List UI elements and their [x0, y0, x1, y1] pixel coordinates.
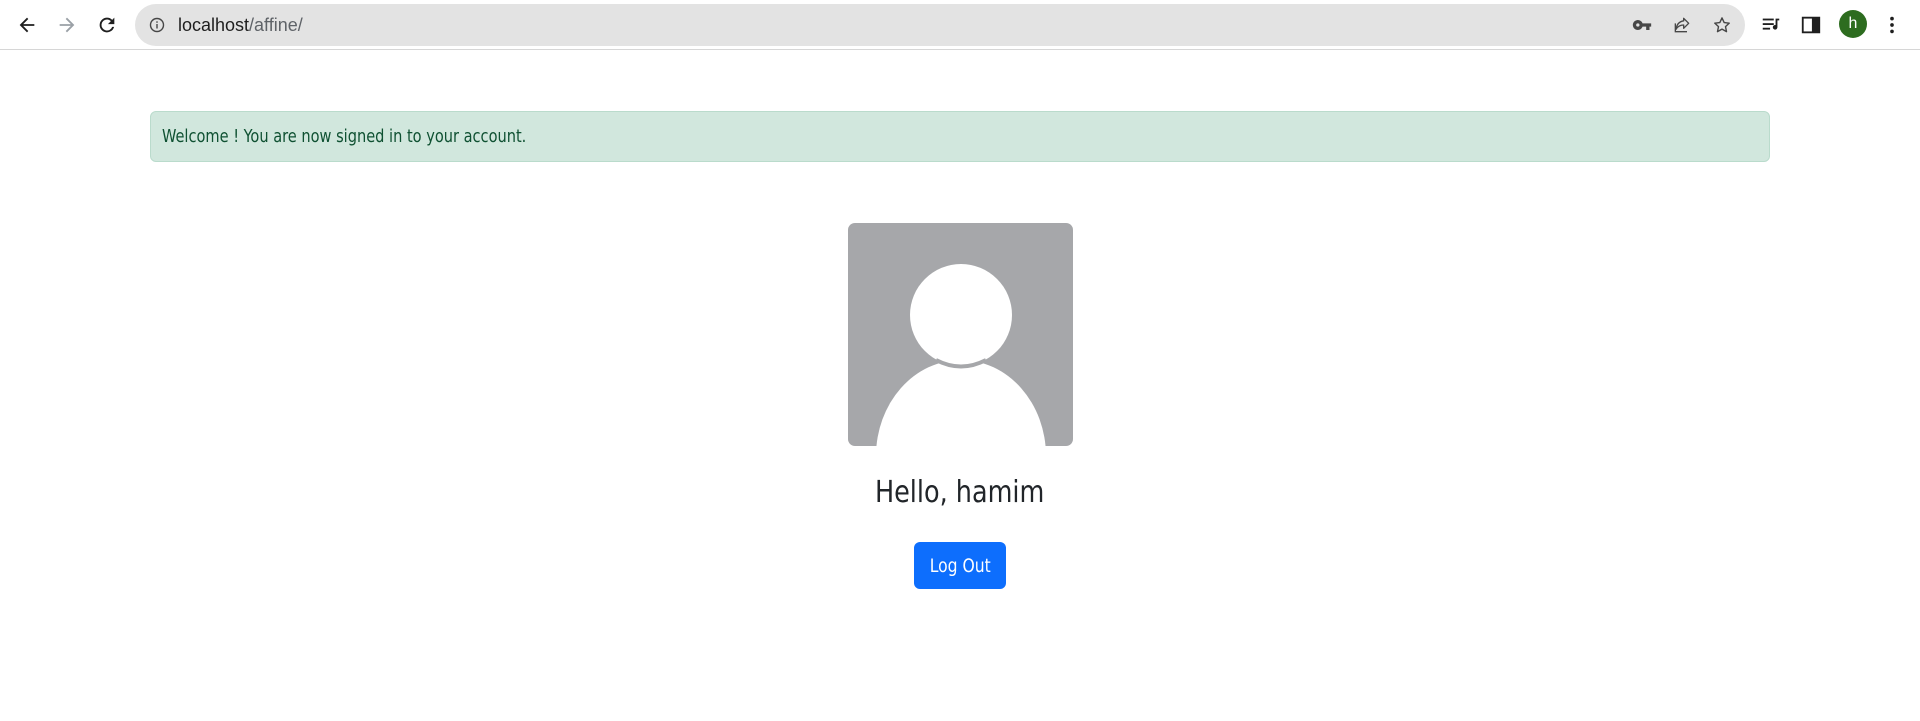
back-button[interactable]: [9, 7, 45, 43]
reload-icon: [99, 17, 115, 33]
user-avatar: [848, 223, 1073, 446]
default-user-avatar-icon: [876, 264, 1046, 446]
media-controls-button[interactable]: [1759, 13, 1783, 37]
greeting-heading: Hello, hamim: [760, 475, 1160, 510]
alert-message: Welcome ! You are now signed in to your …: [162, 126, 527, 147]
forward-button[interactable]: [49, 7, 85, 43]
url-path: /affine/: [249, 15, 303, 35]
bookmark-button[interactable]: [1712, 15, 1732, 35]
address-bar[interactable]: localhost/affine/: [135, 4, 1745, 46]
key-icon: [1632, 20, 1652, 30]
star-icon: [1714, 17, 1730, 33]
reload-button[interactable]: [89, 7, 125, 43]
logout-button[interactable]: Log Out: [914, 542, 1006, 589]
arrow-left-icon: [19, 17, 35, 33]
password-key-button[interactable]: [1632, 15, 1652, 35]
arrow-right-icon: [59, 17, 75, 33]
profile-avatar-button[interactable]: h: [1839, 10, 1867, 38]
kebab-menu-icon: [1890, 16, 1894, 34]
url-text[interactable]: localhost/affine/: [178, 15, 303, 35]
success-alert: Welcome ! You are now signed in to your …: [150, 111, 1770, 162]
logout-label: Log Out: [929, 554, 991, 577]
browser-menu-button[interactable]: [1880, 13, 1904, 37]
info-circle-icon[interactable]: [149, 17, 165, 33]
media-playlist-icon: [1762, 18, 1780, 30]
url-host: localhost: [178, 15, 250, 35]
share-icon: [1674, 17, 1690, 33]
greeting-text: Hello, hamim: [875, 475, 1045, 510]
side-panel-button[interactable]: [1799, 13, 1823, 37]
profile-initial: h: [1848, 15, 1858, 32]
share-button[interactable]: [1672, 15, 1692, 35]
side-panel-icon: [1801, 16, 1821, 34]
browser-toolbar: localhost/affine/ h: [0, 0, 1920, 50]
